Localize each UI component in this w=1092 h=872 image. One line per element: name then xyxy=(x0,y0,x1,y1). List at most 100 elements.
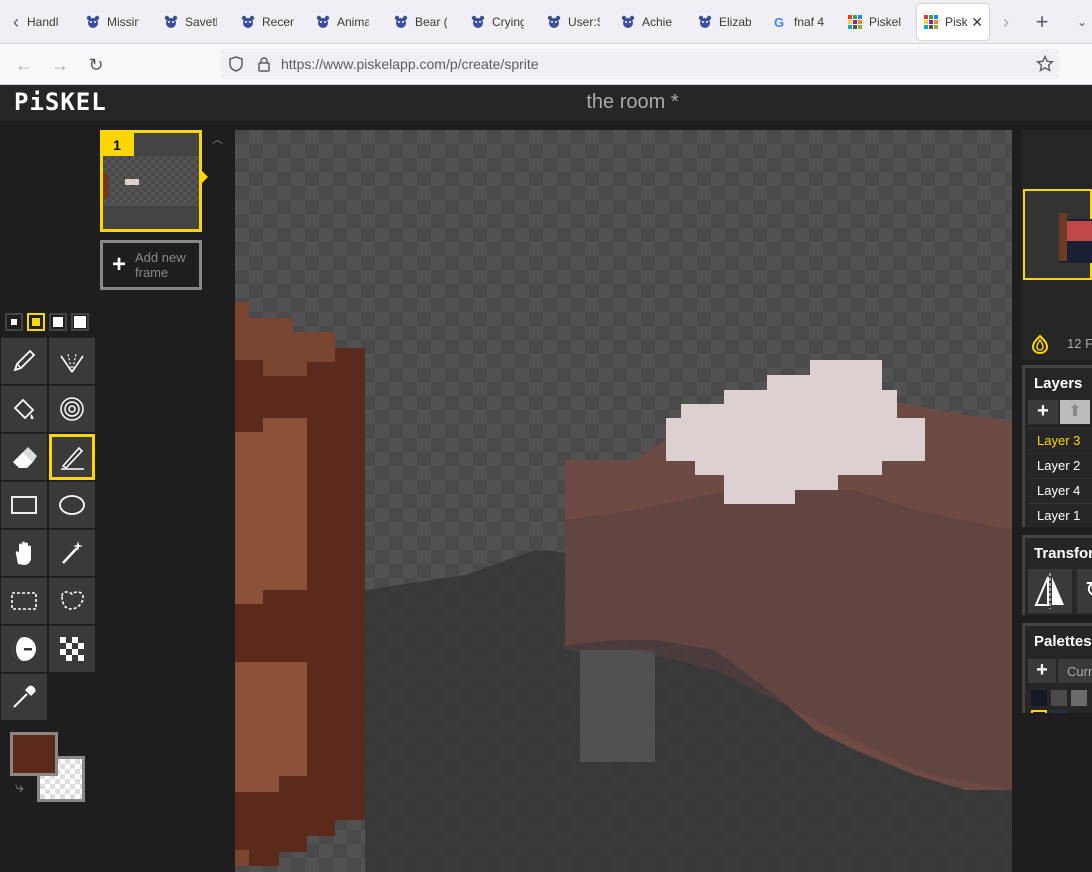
new-tab-icon[interactable]: + xyxy=(1030,10,1054,34)
stroke-icon xyxy=(61,446,84,470)
onion-skin-icon[interactable] xyxy=(1030,334,1050,354)
rectangle-selection-tool[interactable] xyxy=(1,578,47,624)
fps-label[interactable]: 12 FI xyxy=(1067,336,1092,351)
browser-tab-label: Piskel xyxy=(869,15,901,29)
flip-horizontal-button[interactable] xyxy=(1028,569,1072,613)
add-layer-button[interactable]: + xyxy=(1028,400,1058,424)
fandom-bear-icon xyxy=(85,14,107,30)
browser-tab-label: Bear ( xyxy=(415,15,447,29)
sprite-title[interactable]: the room * xyxy=(0,91,1092,114)
browser-tab[interactable]: Bear ( xyxy=(393,4,463,40)
circle-tool[interactable] xyxy=(49,482,95,528)
rectangle-icon xyxy=(11,496,37,514)
layer-item[interactable]: Layer 3 xyxy=(1028,428,1092,453)
browser-tab[interactable]: Saveth xyxy=(163,4,233,40)
palette-color-1[interactable] xyxy=(1031,690,1047,706)
fandom-bear-icon xyxy=(470,14,492,30)
browser-tab-label: Pisk xyxy=(945,15,968,29)
palette-color-4[interactable] xyxy=(1031,710,1047,713)
pen-size-2[interactable] xyxy=(27,313,45,331)
drawing-canvas[interactable] xyxy=(235,130,1012,872)
lock-icon[interactable] xyxy=(256,56,272,72)
layer-item[interactable]: Layer 1 xyxy=(1028,503,1092,528)
back-icon[interactable]: ← xyxy=(12,53,36,77)
tab-list-icon[interactable]: ⌄ xyxy=(1070,10,1092,34)
fandom-bear-icon xyxy=(620,14,642,30)
rect-select-icon xyxy=(11,592,37,610)
pen-size-3[interactable] xyxy=(49,313,67,331)
tab-scroll-left-icon[interactable]: ‹ xyxy=(4,10,28,34)
lasso-icon xyxy=(61,591,84,610)
browser-tab-label: Achie xyxy=(642,15,673,29)
frame-thumbnail[interactable]: 1 xyxy=(100,130,208,232)
layers-title: Layers xyxy=(1034,375,1083,392)
browser-tab-label: Saveth xyxy=(185,15,217,29)
hand-icon xyxy=(15,541,31,565)
transform-panel: Transform ↻ xyxy=(1022,535,1092,615)
add-new-frame-button[interactable]: + Add new frame xyxy=(100,240,202,290)
add-palette-button[interactable]: + xyxy=(1028,659,1056,683)
browser-tab[interactable]: Pisk ✕ xyxy=(917,4,989,40)
pen-tool[interactable] xyxy=(1,338,47,384)
right-panel: 12 FI Layers + ⬆ Layer 3Layer 2Layer 4La… xyxy=(1022,130,1092,872)
url-bar[interactable]: https://www.piskelapp.com/p/create/sprit… xyxy=(220,49,1060,79)
mirror-pen-tool[interactable] xyxy=(49,338,95,384)
frame-preview xyxy=(103,156,199,206)
transform-title: Transform xyxy=(1034,545,1092,562)
frame-scroll-up-icon[interactable]: ︿ xyxy=(212,131,223,147)
magic-bucket-icon xyxy=(60,397,84,421)
palette-color-2[interactable] xyxy=(1051,690,1067,706)
dithering-tool[interactable] xyxy=(49,626,95,672)
pencil-icon xyxy=(13,349,36,372)
paint-bucket-tool[interactable] xyxy=(1,386,47,432)
rectangle-tool[interactable] xyxy=(1,482,47,528)
browser-tab[interactable]: Crying xyxy=(470,4,540,40)
browser-tab[interactable]: Recen xyxy=(240,4,310,40)
browser-tab-label: Elizab xyxy=(719,15,751,29)
reload-icon[interactable]: ↻ xyxy=(84,53,108,77)
paint-bucket-icon xyxy=(13,398,35,420)
ellipse-icon xyxy=(59,495,85,515)
piskel-icon xyxy=(847,14,869,30)
pen-size-4[interactable] xyxy=(71,313,89,331)
browser-tab[interactable]: User:S xyxy=(546,4,616,40)
shape-selection-tool[interactable] xyxy=(49,530,95,576)
move-layer-up-button[interactable]: ⬆ xyxy=(1060,400,1090,424)
palette-select[interactable]: Curre xyxy=(1058,659,1092,683)
app-header: PiSKEL the room * xyxy=(0,85,1092,121)
swap-colors-icon[interactable]: ⤷ xyxy=(15,779,24,797)
browser-tab[interactable]: Elizab xyxy=(697,4,767,40)
color-picker-tool[interactable] xyxy=(1,674,47,720)
layer-item[interactable]: Layer 2 xyxy=(1028,453,1092,478)
url-text[interactable]: https://www.piskelapp.com/p/create/sprit… xyxy=(281,56,539,72)
browser-tab-label: Crying xyxy=(492,15,524,29)
lighten-icon xyxy=(12,637,36,661)
lasso-selection-tool[interactable] xyxy=(49,578,95,624)
forward-icon[interactable]: → xyxy=(48,53,72,77)
eraser-tool[interactable] xyxy=(1,434,47,480)
browser-tab[interactable]: Achie xyxy=(620,4,690,40)
close-tab-icon[interactable]: ✕ xyxy=(971,14,983,31)
primary-color-swatch[interactable] xyxy=(10,732,58,776)
layer-item[interactable]: Layer 4 xyxy=(1028,478,1092,503)
browser-nav-bar: ← → ↻ https://www.piskelapp.com/p/create… xyxy=(0,44,1092,85)
palette-color-5[interactable] xyxy=(1051,710,1067,713)
browser-tab[interactable]: Missin xyxy=(85,4,155,40)
browser-tab[interactable]: Piskel xyxy=(847,4,917,40)
piskel-app: PiSKEL the room * ︿ 1 + Add new frame ⤷ xyxy=(0,85,1092,872)
pen-size-1[interactable] xyxy=(5,313,23,331)
browser-tab[interactable]: Anima xyxy=(315,4,385,40)
animation-preview[interactable] xyxy=(1023,189,1092,280)
rotate-button[interactable]: ↻ xyxy=(1077,569,1092,613)
browser-tab[interactable]: Gfnaf 4 xyxy=(772,4,842,40)
tab-scroll-right-icon[interactable]: › xyxy=(994,10,1018,34)
stroke-tool[interactable] xyxy=(49,434,95,480)
palette-color-3[interactable] xyxy=(1071,690,1087,706)
shield-icon[interactable] xyxy=(228,56,244,72)
bookmark-star-icon[interactable] xyxy=(1036,55,1054,73)
layers-panel: Layers + ⬆ Layer 3 Layer 2 Layer 4 Layer 1 xyxy=(1022,365,1092,527)
paint-all-same-color-tool[interactable] xyxy=(49,386,95,432)
move-tool[interactable] xyxy=(1,530,47,576)
lighten-tool[interactable] xyxy=(1,626,47,672)
flip-icon xyxy=(1034,573,1064,609)
